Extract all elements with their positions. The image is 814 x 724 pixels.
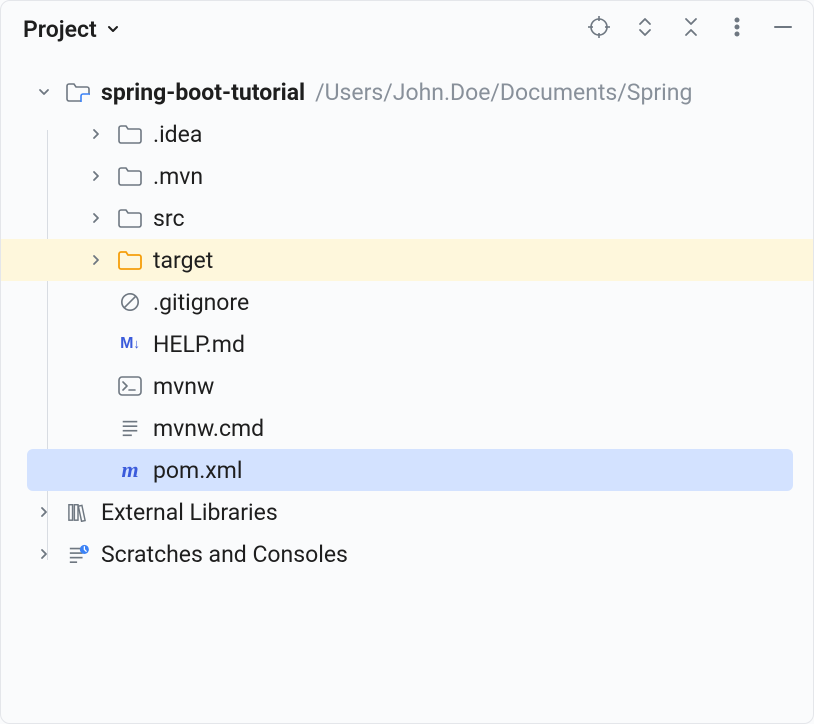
kebab-icon xyxy=(734,17,740,41)
locate-button[interactable] xyxy=(587,17,611,41)
tree-node-label: spring-boot-tutorial xyxy=(101,79,305,106)
ignore-icon xyxy=(117,289,143,315)
folder-icon xyxy=(117,163,143,189)
tree-node-path: /Users/John.Doe/Documents/Spring xyxy=(315,79,692,106)
tree-node[interactable]: target xyxy=(1,239,813,281)
tree-node-label: .gitignore xyxy=(153,289,249,316)
folder-orange-icon xyxy=(117,247,143,273)
minimize-icon xyxy=(773,17,793,41)
hide-button[interactable] xyxy=(771,17,795,41)
scratches-icon xyxy=(65,541,91,567)
tree-node-label: HELP.md xyxy=(153,331,245,358)
toolwindow-title-label: Project xyxy=(23,16,97,43)
tree-node-label: pom.xml xyxy=(153,457,242,484)
project-tool-window: Project xyxy=(0,0,814,724)
tree-node-label: target xyxy=(153,247,213,274)
libraries-icon xyxy=(65,499,91,525)
tree-node[interactable]: M↓ HELP.md xyxy=(1,323,813,365)
chevron-right-icon[interactable] xyxy=(85,207,107,229)
expand-collapse-icon xyxy=(636,17,654,41)
tree-node-label: src xyxy=(153,205,185,232)
tree-node-label: mvnw xyxy=(153,373,214,400)
chevron-down-icon xyxy=(105,16,121,43)
options-button[interactable] xyxy=(725,17,749,41)
collapse-all-icon xyxy=(682,17,700,41)
tree-node[interactable]: .gitignore xyxy=(1,281,813,323)
module-folder-icon xyxy=(65,79,91,105)
terminal-icon xyxy=(117,373,143,399)
chevron-right-icon[interactable] xyxy=(33,501,55,523)
tree-node[interactable]: mvnw.cmd xyxy=(1,407,813,449)
collapse-all-button[interactable] xyxy=(679,17,703,41)
tree-node-label: External Libraries xyxy=(101,499,278,526)
chevron-down-icon[interactable] xyxy=(33,81,55,103)
tree-node-root[interactable]: spring-boot-tutorial /Users/John.Doe/Doc… xyxy=(1,71,813,113)
tree-node[interactable]: mvnw xyxy=(1,365,813,407)
tree-node[interactable]: .idea xyxy=(1,113,813,155)
folder-icon xyxy=(117,121,143,147)
chevron-right-icon[interactable] xyxy=(85,249,107,271)
tree-node[interactable]: src xyxy=(1,197,813,239)
project-tree[interactable]: spring-boot-tutorial /Users/John.Doe/Doc… xyxy=(1,57,813,723)
crosshair-icon xyxy=(588,16,610,42)
tree-node-label: Scratches and Consoles xyxy=(101,541,348,568)
tree-node-label: .idea xyxy=(153,121,202,148)
folder-icon xyxy=(117,205,143,231)
project-view-selector[interactable]: Project xyxy=(23,16,121,43)
expand-collapse-button[interactable] xyxy=(633,17,657,41)
tree-node-label: .mvn xyxy=(153,163,203,190)
tree-node[interactable]: .mvn xyxy=(1,155,813,197)
tree-node-label: mvnw.cmd xyxy=(153,415,264,442)
tree-node[interactable]: Scratches and Consoles xyxy=(1,533,813,575)
textfile-icon xyxy=(117,415,143,441)
tree-node[interactable]: m pom.xml xyxy=(27,449,793,491)
chevron-right-icon[interactable] xyxy=(85,165,107,187)
maven-icon: m xyxy=(117,457,143,483)
chevron-right-icon[interactable] xyxy=(33,543,55,565)
markdown-icon: M↓ xyxy=(117,331,143,357)
tree-node[interactable]: External Libraries xyxy=(1,491,813,533)
toolwindow-actions xyxy=(587,17,795,41)
chevron-right-icon[interactable] xyxy=(85,123,107,145)
toolwindow-header: Project xyxy=(1,1,813,57)
